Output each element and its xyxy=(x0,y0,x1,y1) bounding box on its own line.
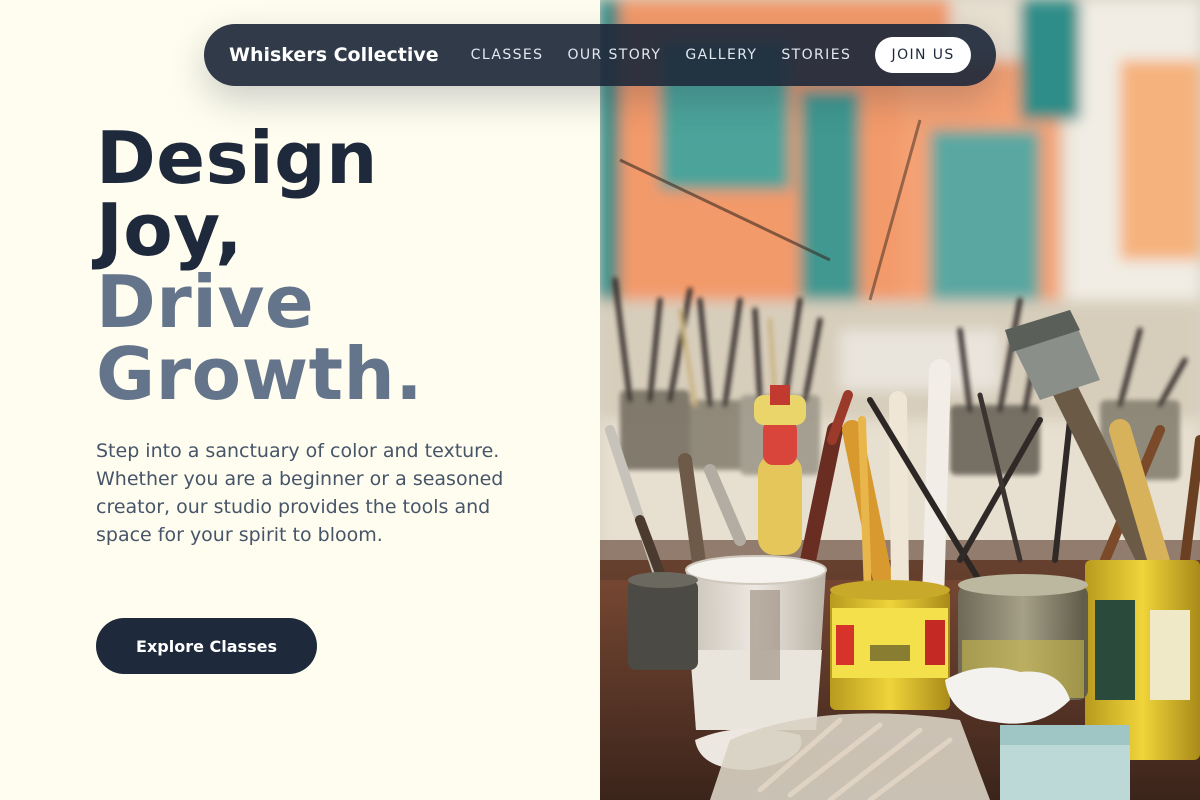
top-navigation-bar: Whiskers Collective CLASSES OUR STORY GA… xyxy=(204,24,996,86)
nav-link-our-story[interactable]: OUR STORY xyxy=(567,47,661,63)
headline-line-design: Design xyxy=(96,116,378,200)
nav-link-stories[interactable]: STORIES xyxy=(781,47,851,63)
hero-description: Step into a sanctuary of color and textu… xyxy=(96,440,504,546)
nav-link-classes[interactable]: CLASSES xyxy=(471,47,544,63)
headline-line-growth: Growth. xyxy=(96,332,424,416)
headline-line-drive: Drive xyxy=(96,260,315,344)
hero-headline: Design Joy, Drive Growth. xyxy=(96,122,423,410)
hero-image xyxy=(600,0,1200,800)
join-us-button[interactable]: JOIN US xyxy=(875,37,971,73)
landing-page: Design Joy, Drive Growth. Step into a sa… xyxy=(0,0,1200,800)
studio-paintbrushes-image xyxy=(600,0,1200,800)
nav-link-gallery[interactable]: GALLERY xyxy=(685,47,757,63)
headline-line-joy: Joy, xyxy=(96,188,243,272)
explore-classes-button[interactable]: Explore Classes xyxy=(96,618,317,674)
nav-links: CLASSES OUR STORY GALLERY STORIES xyxy=(471,47,852,63)
hero-section: Design Joy, Drive Growth. Step into a sa… xyxy=(0,0,600,800)
brand-logo-text[interactable]: Whiskers Collective xyxy=(229,44,439,66)
